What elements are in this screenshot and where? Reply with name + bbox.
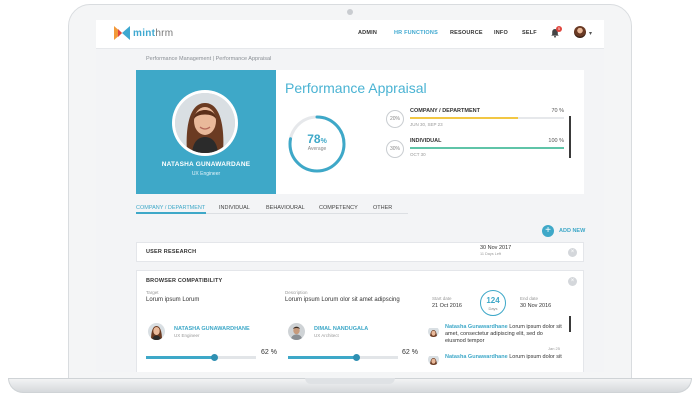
app-screen: minthrm ADMIN HR FUNCTIONS RESOURCE INFO… <box>96 20 604 372</box>
user-avatar[interactable] <box>574 26 586 38</box>
average-value: 78% <box>286 132 348 146</box>
nav-item-hr-functions[interactable]: HR FUNCTIONS <box>394 30 438 36</box>
tab-active-indicator <box>136 212 206 214</box>
close-icon[interactable]: × <box>568 277 577 286</box>
comment-time: Jan 25 <box>548 346 561 351</box>
tab-individual[interactable]: INDIVIDUAL <box>219 205 250 211</box>
assignee-name: DIMAL NANDUGALA <box>314 326 369 332</box>
tab-competency[interactable]: COMPETENCY <box>319 205 358 211</box>
row-dates-company: JUN 30, SEP 23 <box>410 122 443 127</box>
tab-other[interactable]: OTHER <box>373 205 392 211</box>
assignee-role: UX Architect <box>314 333 339 338</box>
row-dates-individual: OCT 30 <box>410 152 426 157</box>
tab-behavioural[interactable]: BEHAVIOURAL <box>266 205 305 211</box>
days-label: Days <box>488 306 498 311</box>
page-title: Performance Appraisal <box>285 80 427 96</box>
row-bar-fill <box>410 147 564 149</box>
profile-photo <box>175 93 235 153</box>
profile-role: UX Engineer <box>191 171 221 177</box>
task-title: USER RESEARCH <box>146 249 197 255</box>
logo-icon <box>114 26 130 40</box>
progress-percent: 62 % <box>261 349 277 356</box>
comment-avatar <box>428 354 439 365</box>
task-due-date: 30 Nov 2017 <box>480 245 512 251</box>
target-value: Lorum ipsum Lorum <box>146 297 200 303</box>
row-pct-company: 70 % <box>551 108 564 114</box>
comment-author[interactable]: Natasha Gunawardhane <box>445 324 508 330</box>
average-unit: % <box>320 138 327 145</box>
close-icon[interactable]: × <box>568 248 577 257</box>
comment-author[interactable]: Natasha Gunawardhane <box>445 354 508 360</box>
comment-avatar <box>428 326 439 337</box>
profile-portrait <box>175 93 235 153</box>
avatar <box>288 323 305 340</box>
row-title-individual: INDIVIDUAL <box>410 138 442 144</box>
comment-text: Natasha Gunawardhane Lorum ipsum dolor s… <box>445 324 563 345</box>
profile-name: NATASHA GUNAWARDANE <box>161 161 251 168</box>
add-new-button[interactable]: + <box>542 225 554 237</box>
target-label: Target <box>146 290 159 295</box>
row-pct-individual: 100 % <box>548 138 564 144</box>
comment-text: Natasha Gunawardhane Lorum ipsum dolor s… <box>445 354 563 361</box>
row-bar-fill <box>410 117 518 119</box>
assignee-role: UX Engineer <box>174 333 200 338</box>
nav-item-self[interactable]: SELF <box>522 30 537 36</box>
average-label: Average <box>307 146 327 152</box>
weight-badge: 20% <box>386 110 404 128</box>
description-label: Description <box>285 290 308 295</box>
comment-body: Lorum ipsum dolor sit <box>507 354 562 360</box>
progress-fill <box>288 356 357 359</box>
end-date-label: End date <box>520 296 539 301</box>
task-card-user-research[interactable] <box>136 242 584 262</box>
description-value: Lorum ipsum Lorum olor sit amet adipscin… <box>285 297 400 303</box>
row-title-company: COMPANY / DEPARTMENT <box>410 108 480 114</box>
chevron-down-icon[interactable]: ▾ <box>589 30 592 37</box>
logo-mint: mint <box>133 28 156 39</box>
tab-company-department[interactable]: COMPANY / DEPARTMENT <box>136 205 205 211</box>
logo-text[interactable]: minthrm <box>133 28 173 39</box>
camera-dot <box>347 9 353 15</box>
nav-item-admin[interactable]: ADMIN <box>358 30 377 36</box>
days-counter: 124 Days <box>480 290 506 316</box>
nav-item-resource[interactable]: RESOURCE <box>450 30 483 36</box>
days-value: 124 <box>486 296 500 305</box>
notification-count: 5 <box>558 27 560 31</box>
logo-hrm: hrm <box>155 28 174 39</box>
weight-badge: 30% <box>386 140 404 158</box>
progress-percent: 62 % <box>402 349 418 356</box>
scrollbar[interactable] <box>569 116 571 158</box>
nav-item-info[interactable]: INFO <box>494 30 508 36</box>
breadcrumb: Performance Management | Performance App… <box>146 56 272 62</box>
avatar <box>148 323 165 340</box>
task-title: BROWSER COMPATIBILITY <box>146 278 223 284</box>
start-date-label: Start date <box>432 296 452 301</box>
average-number: 78 <box>307 132 321 146</box>
end-date-value: 30 Nov 2016 <box>520 303 552 309</box>
assignee-name: NATASHA GUNAWARDHANE <box>174 326 250 332</box>
notification-badge: 5 <box>556 26 562 32</box>
laptop-notch <box>305 378 395 384</box>
add-new-label[interactable]: ADD NEW <box>559 228 585 234</box>
start-date-value: 21 Oct 2016 <box>432 303 462 309</box>
progress-fill <box>146 356 215 359</box>
task-days-left: 11 Days Left <box>480 252 502 256</box>
comments-scrollbar[interactable] <box>569 316 571 332</box>
